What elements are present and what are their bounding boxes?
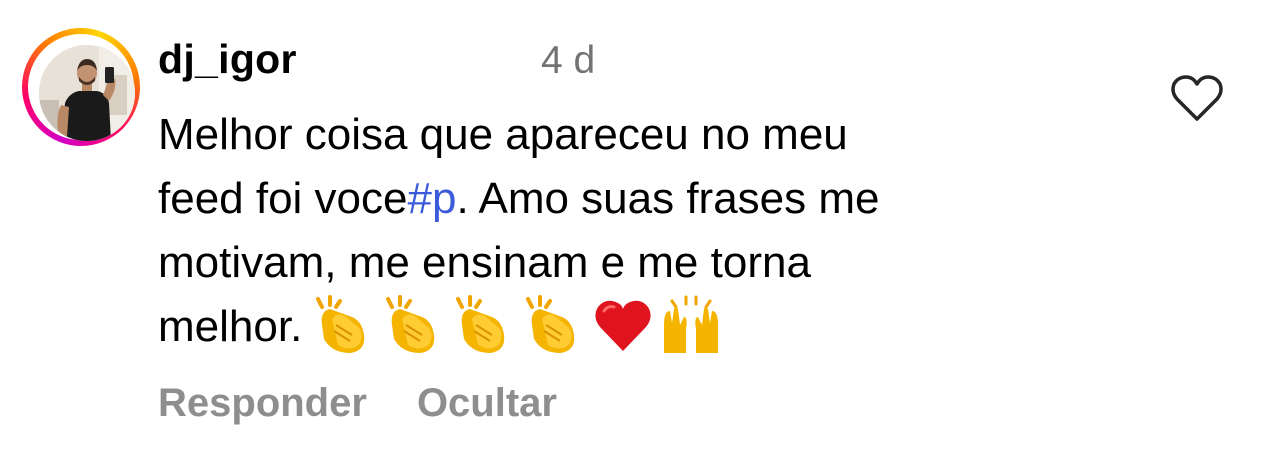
comment-line-1: Melhor coisa que apareceu no meu: [158, 110, 848, 159]
clapping-hands-emoji: [456, 295, 505, 353]
clapping-hands-emoji: [386, 295, 435, 353]
comment-text-segment: melhor.: [158, 302, 303, 351]
profile-photo: [39, 45, 135, 141]
reply-button[interactable]: Responder: [158, 378, 367, 428]
comment-text: Melhor coisa que apareceu no meu feed fo…: [158, 103, 1118, 359]
comment-actions: Responder Ocultar: [158, 378, 557, 428]
username[interactable]: dj_igor: [158, 34, 297, 84]
comment-line-2: feed foi voce#p. Amo suas frases me: [158, 167, 1118, 231]
hide-button[interactable]: Ocultar: [417, 378, 557, 428]
comment-text-segment: feed foi voce: [158, 174, 408, 223]
emoji-row: [312, 295, 724, 355]
like-button[interactable]: [1170, 74, 1224, 124]
avatar-border: [28, 34, 135, 141]
red-heart-emoji: [595, 300, 651, 351]
comment-line-3: motivam, me ensinam e me torna: [158, 238, 811, 287]
comment-text-segment: . Amo suas frases me: [456, 174, 880, 223]
raising-hands-emoji: [664, 295, 719, 353]
clapping-hands-emoji: [316, 295, 365, 353]
hashtag-link[interactable]: #p: [408, 174, 457, 223]
timestamp: 4 d: [541, 39, 596, 82]
story-ring[interactable]: [22, 28, 140, 146]
comment-item: dj_igor 4 d Melhor coisa que apareceu no…: [0, 0, 1280, 473]
clapping-hands-emoji: [526, 295, 575, 353]
comment-line-4: melhor.: [158, 295, 1118, 359]
avatar[interactable]: [39, 45, 135, 141]
heart-outline-icon: [1171, 75, 1223, 121]
